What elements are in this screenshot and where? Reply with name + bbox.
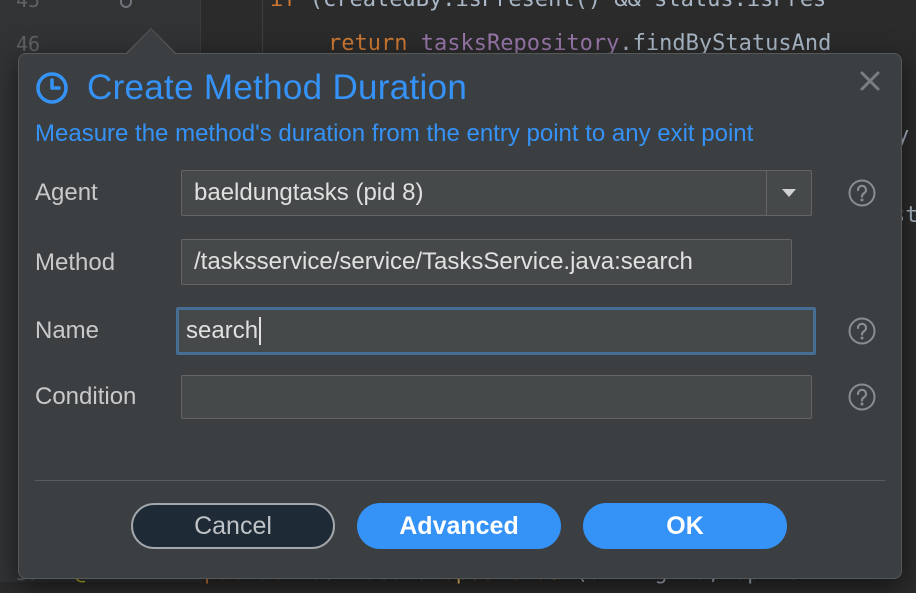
help-icon[interactable] xyxy=(847,178,877,208)
create-method-duration-dialog: Create Method Duration Measure the metho… xyxy=(18,28,902,579)
name-label: Name xyxy=(35,317,100,344)
cancel-button[interactable]: Cancel xyxy=(131,503,335,549)
method-label: Method xyxy=(35,249,116,276)
dialog-header: Create Method Duration xyxy=(35,66,467,110)
condition-input[interactable] xyxy=(181,375,812,419)
name-input[interactable]: search xyxy=(176,307,816,355)
dialog-title: Create Method Duration xyxy=(87,68,468,107)
agent-select-value: baeldungtasks (pid 8) xyxy=(194,179,424,206)
help-icon[interactable] xyxy=(847,316,877,346)
dialog-pointer xyxy=(125,28,177,55)
agent-dropdown-button[interactable] xyxy=(766,171,811,215)
text-caret xyxy=(259,317,262,345)
code-line-45[interactable]: 45 if (createdBy.isPresent() && status.i… xyxy=(0,0,916,20)
help-icon[interactable] xyxy=(847,382,877,412)
name-input-value: search xyxy=(186,317,259,344)
ok-button[interactable]: OK xyxy=(583,503,787,549)
close-icon[interactable] xyxy=(857,68,883,94)
clock-icon xyxy=(36,72,68,104)
method-field-value: /tasksservice/service/TasksService.java:… xyxy=(194,248,693,275)
condition-label: Condition xyxy=(35,383,137,410)
footer-separator xyxy=(35,480,885,481)
agent-select[interactable]: baeldungtasks (pid 8) xyxy=(181,170,812,216)
dialog-subtitle: Measure the method's duration from the e… xyxy=(35,120,754,147)
advanced-button[interactable]: Advanced xyxy=(357,503,561,549)
line-number: 45 xyxy=(16,0,41,12)
method-field[interactable]: /tasksservice/service/TasksService.java:… xyxy=(181,239,792,285)
chevron-down-icon xyxy=(782,189,796,197)
agent-label: Agent xyxy=(35,179,98,206)
